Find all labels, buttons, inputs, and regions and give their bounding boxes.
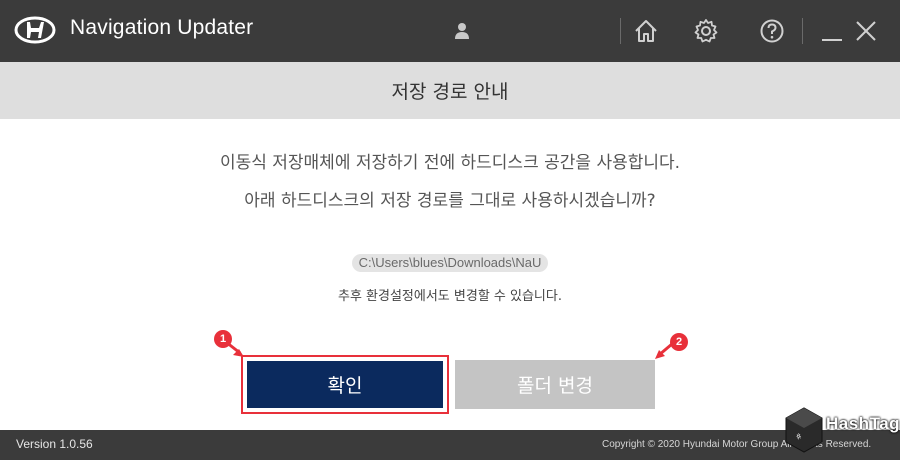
close-icon	[856, 21, 876, 41]
settings-note: 추후 환경설정에서도 변경할 수 있습니다.	[338, 289, 562, 304]
storage-path: C:\Users\blues\Downloads\NaU	[351, 254, 549, 272]
minimize-button[interactable]	[818, 17, 846, 45]
path-container: C:\Users\blues\Downloads\NaU	[0, 252, 900, 272]
minimize-icon	[822, 39, 842, 41]
user-icon	[455, 23, 469, 39]
toolbar-divider	[802, 18, 803, 44]
toolbar-divider	[620, 18, 621, 44]
hyundai-logo-icon	[14, 16, 56, 44]
message-line-1: 이동식 저장매체에 저장하기 전에 하드디스크 공간을 사용합니다.	[219, 153, 681, 173]
message-line-2: 아래 하드디스크의 저장 경로를 그대로 사용하시겠습니까?	[244, 191, 656, 211]
change-folder-button[interactable]: 폴더 변경	[455, 360, 655, 409]
footer-bar: Version 1.0.56 Copyright © 2020 Hyundai …	[0, 430, 900, 460]
home-button[interactable]	[632, 17, 660, 45]
help-icon	[760, 19, 784, 43]
watermark-text: HashTag	[826, 414, 900, 433]
arrow-icon	[655, 342, 673, 359]
confirm-button[interactable]: 확인	[247, 361, 443, 408]
user-button[interactable]	[448, 17, 476, 45]
settings-button[interactable]	[692, 17, 720, 45]
arrow-icon	[225, 340, 244, 357]
app-title: Navigation Updater	[70, 16, 254, 39]
close-button[interactable]	[852, 17, 880, 45]
gear-icon	[694, 19, 718, 43]
confirm-button-highlight: 확인	[241, 355, 449, 414]
dialog-heading: 저장 경로 안내	[0, 62, 900, 119]
title-bar: Navigation Updater	[0, 0, 900, 62]
help-button[interactable]	[758, 17, 786, 45]
home-icon	[635, 20, 657, 42]
version-label: Version 1.0.56	[16, 437, 93, 451]
